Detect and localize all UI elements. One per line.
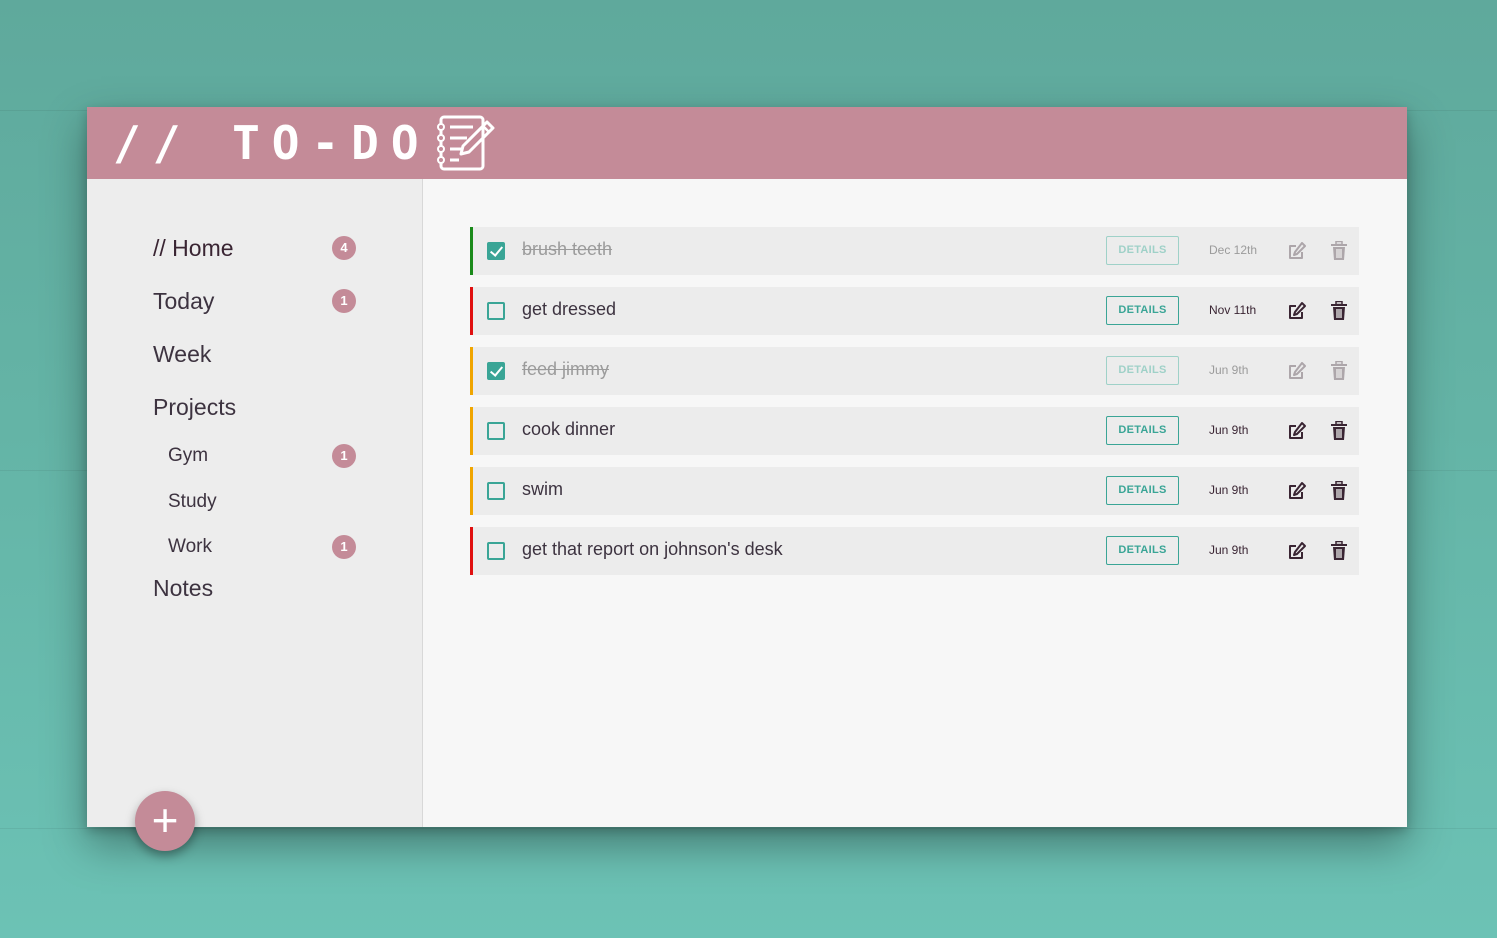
task-checkbox[interactable]	[487, 482, 505, 500]
task-row: feed jimmy DETAILS Jun 9th	[470, 347, 1359, 395]
task-due-date: Jun 9th	[1209, 483, 1249, 497]
task-due-date: Jun 9th	[1209, 423, 1249, 437]
task-title: brush teeth	[522, 239, 613, 259]
task-title: cook dinner	[522, 419, 616, 439]
task-title: feed jimmy	[522, 359, 610, 379]
add-item-button[interactable]: +	[135, 791, 195, 851]
edit-icon[interactable]	[1287, 421, 1307, 441]
home-count-badge: 4	[332, 236, 356, 260]
sidebar-item-notes[interactable]: Notes	[153, 575, 213, 602]
sidebar-item-projects[interactable]: Projects	[153, 394, 236, 421]
details-button[interactable]: DETAILS	[1106, 236, 1179, 265]
details-button[interactable]: DETAILS	[1106, 296, 1179, 325]
todo-app-window: // TO-DO // Home 4 Today 1 Week Projects	[87, 107, 1407, 851]
trash-icon[interactable]	[1330, 361, 1348, 381]
edit-icon[interactable]	[1287, 541, 1307, 561]
edit-icon[interactable]	[1287, 241, 1307, 261]
task-list: brush teeth DETAILS Dec 12th get dressed…	[423, 179, 1407, 827]
task-checkbox[interactable]	[487, 302, 505, 320]
details-button[interactable]: DETAILS	[1106, 356, 1179, 385]
sidebar-item-week[interactable]: Week	[153, 341, 211, 368]
trash-icon[interactable]	[1330, 541, 1348, 561]
trash-icon[interactable]	[1330, 301, 1348, 321]
edit-icon[interactable]	[1287, 361, 1307, 381]
task-row: cook dinner DETAILS Jun 9th	[470, 407, 1359, 455]
details-button[interactable]: DETAILS	[1106, 536, 1179, 565]
task-due-date: Jun 9th	[1209, 543, 1249, 557]
background-plank-line	[0, 828, 1497, 829]
app-header: // TO-DO	[87, 107, 1407, 179]
task-row: get dressed DETAILS Nov 11th	[470, 287, 1359, 335]
work-count-badge: 1	[332, 535, 356, 559]
task-title: get that report on johnson's desk	[522, 539, 783, 559]
sidebar-project-gym[interactable]: Gym	[168, 445, 208, 467]
task-row: get that report on johnson's desk DETAIL…	[470, 527, 1359, 575]
task-due-date: Dec 12th	[1209, 243, 1258, 257]
today-count-badge: 1	[332, 289, 356, 313]
edit-icon[interactable]	[1287, 481, 1307, 501]
task-checkbox[interactable]	[487, 362, 505, 380]
sidebar-item-home[interactable]: // Home	[153, 235, 234, 262]
app-title: // TO-DO	[113, 116, 431, 170]
task-due-date: Nov 11th	[1209, 303, 1257, 317]
details-button[interactable]: DETAILS	[1106, 476, 1179, 505]
task-title: swim	[522, 479, 563, 499]
sidebar-project-study[interactable]: Study	[168, 491, 217, 513]
trash-icon[interactable]	[1330, 421, 1348, 441]
task-checkbox[interactable]	[487, 422, 505, 440]
task-due-date: Jun 9th	[1209, 363, 1249, 377]
sidebar-item-today[interactable]: Today	[153, 288, 214, 315]
notepad-pencil-icon	[435, 114, 497, 172]
task-checkbox[interactable]	[487, 542, 505, 560]
gym-count-badge: 1	[332, 444, 356, 468]
edit-icon[interactable]	[1287, 301, 1307, 321]
task-row: swim DETAILS Jun 9th	[470, 467, 1359, 515]
details-button[interactable]: DETAILS	[1106, 416, 1179, 445]
sidebar: // Home 4 Today 1 Week Projects Gym 1 St…	[87, 179, 423, 851]
task-title: get dressed	[522, 299, 617, 319]
trash-icon[interactable]	[1330, 481, 1348, 501]
trash-icon[interactable]	[1330, 241, 1348, 261]
task-checkbox[interactable]	[487, 242, 505, 260]
sidebar-project-work[interactable]: Work	[168, 536, 212, 558]
task-row: brush teeth DETAILS Dec 12th	[470, 227, 1359, 275]
